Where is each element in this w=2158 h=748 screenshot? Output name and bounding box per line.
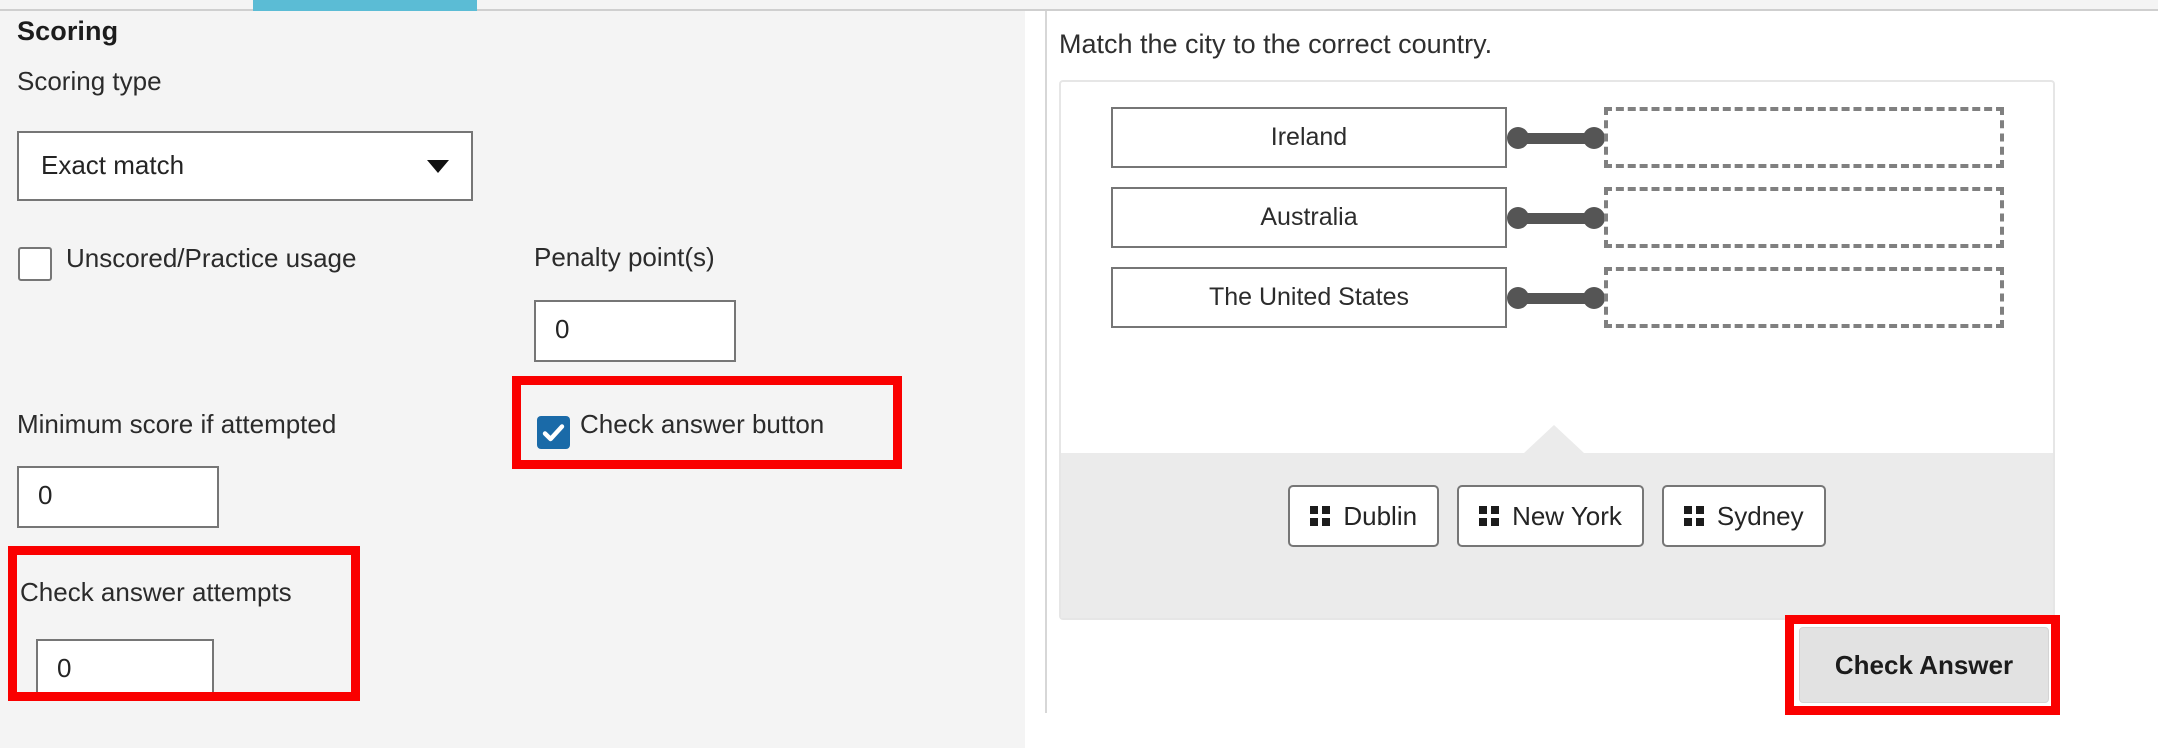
drag-token-label: Dublin <box>1343 500 1418 531</box>
check-answer-button-label: Check answer button <box>580 409 825 439</box>
match-left-item-label: Australia <box>1260 203 1358 231</box>
match-left-item[interactable]: Ireland <box>1111 107 1507 168</box>
matching-question-card: Ireland Australia The United States Dubl… <box>1059 80 2055 620</box>
drag-token[interactable]: New York <box>1457 485 1644 547</box>
check-answer-button-checkbox[interactable] <box>537 416 570 449</box>
checkmark-icon <box>542 424 565 442</box>
drag-handle-icon <box>1683 506 1704 526</box>
minimum-score-value: 0 <box>38 480 53 510</box>
match-drop-zone[interactable] <box>1604 187 2004 248</box>
app-screenshot: Scoring Scoring type Exact match Unscore… <box>0 0 2158 748</box>
match-drop-zone[interactable] <box>1604 267 2004 328</box>
drag-token[interactable]: Sydney <box>1661 485 1826 547</box>
penalty-points-input[interactable]: 0 <box>534 300 736 362</box>
question-prompt: Match the city to the correct country. <box>1059 29 1493 59</box>
check-answer-button-label: Check Answer <box>1834 649 2014 680</box>
match-left-item-label: The United States <box>1208 283 1410 311</box>
drag-token-label: New York <box>1512 500 1622 531</box>
unscored-practice-checkbox[interactable] <box>18 247 52 281</box>
active-tab-indicator[interactable] <box>253 0 477 11</box>
chevron-down-icon <box>427 160 449 173</box>
scoring-type-selected-value: Exact match <box>41 150 185 180</box>
minimum-score-label: Minimum score if attempted <box>17 409 337 439</box>
page-title: Scoring <box>17 16 119 46</box>
drag-token-label: Sydney <box>1716 500 1804 531</box>
drag-token[interactable]: Dublin <box>1288 485 1440 547</box>
drag-token-tray: Dublin New York Sydney <box>1061 425 2053 618</box>
match-left-item[interactable]: The United States <box>1111 267 1507 328</box>
match-connector-icon <box>1507 287 1605 309</box>
penalty-points-label: Penalty point(s) <box>534 242 715 272</box>
drag-handle-icon <box>1310 506 1331 526</box>
check-answer-button[interactable]: Check Answer <box>1799 627 2049 703</box>
question-preview-panel: Match the city to the correct country. I… <box>1047 11 2158 748</box>
penalty-points-value: 0 <box>555 314 570 344</box>
match-connector-icon <box>1507 207 1605 229</box>
tab-strip <box>0 0 2158 11</box>
drag-handle-icon <box>1479 506 1500 526</box>
scoring-settings-panel: Scoring Scoring type Exact match Unscore… <box>0 11 1025 748</box>
check-answer-attempts-value: 0 <box>57 653 72 683</box>
matching-rows: Ireland Australia The United States <box>1061 82 2053 457</box>
match-left-item[interactable]: Australia <box>1111 187 1507 248</box>
check-answer-attempts-input[interactable]: 0 <box>36 639 214 701</box>
minimum-score-input[interactable]: 0 <box>17 466 219 528</box>
scoring-type-label: Scoring type <box>17 66 162 96</box>
scoring-type-select[interactable]: Exact match <box>17 131 473 201</box>
match-left-item-label: Ireland <box>1270 123 1348 151</box>
tray-pointer-icon <box>1524 425 1584 453</box>
match-drop-zone[interactable] <box>1604 107 2004 168</box>
check-answer-attempts-label: Check answer attempts <box>20 577 292 607</box>
unscored-practice-label: Unscored/Practice usage <box>66 243 357 273</box>
match-connector-icon <box>1507 127 1605 149</box>
